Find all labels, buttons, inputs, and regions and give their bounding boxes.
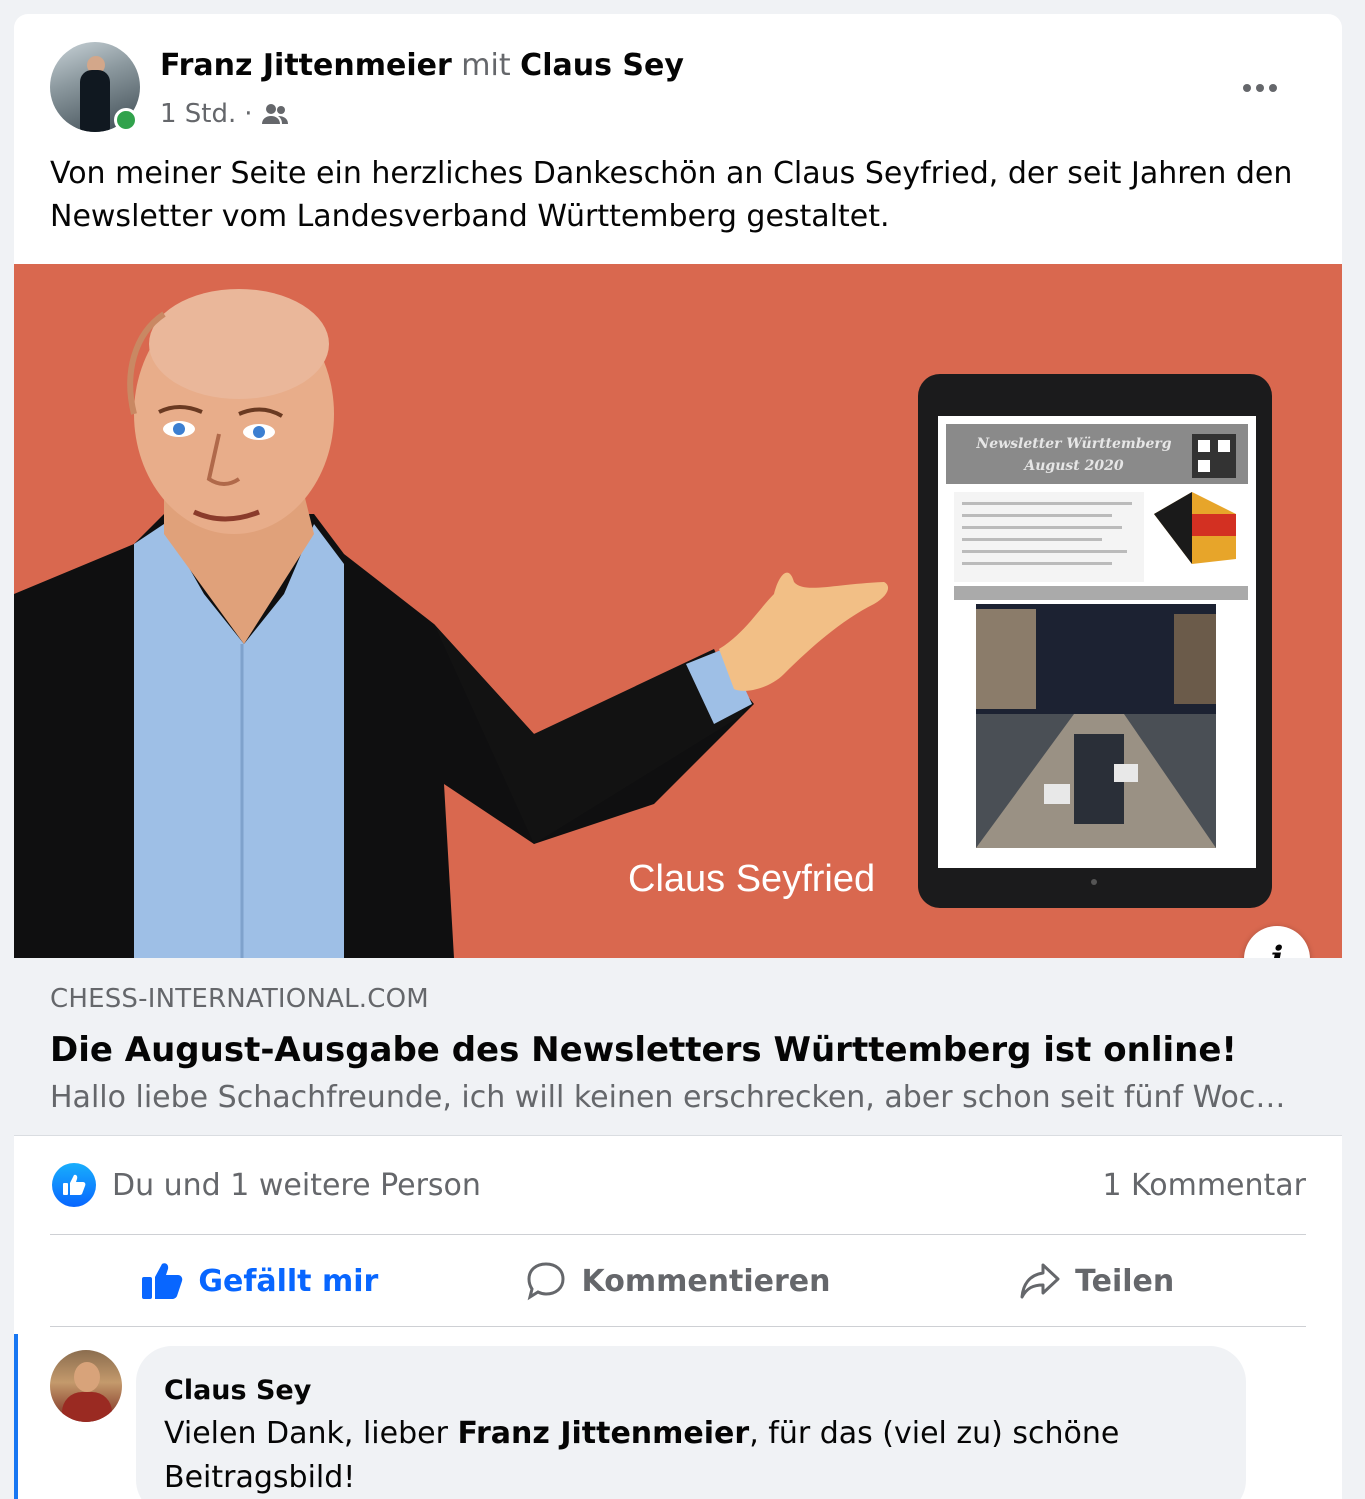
link-description: Hallo liebe Schachfreunde, ich will kein…	[50, 1080, 1290, 1115]
post-time-link[interactable]: 1 Std.	[160, 98, 236, 130]
author-line: Franz Jittenmeier mit Claus Sey	[160, 46, 684, 86]
meta-separator: ·	[244, 99, 253, 129]
tablet-title-line1: Newsletter Württemberg	[975, 436, 1171, 452]
tablet-title-line2: August 2020	[1022, 458, 1123, 474]
comment-thread-line	[14, 1334, 18, 1499]
like-button-label: Gefällt mir	[198, 1263, 379, 1299]
comment-button-label: Kommentieren	[581, 1263, 831, 1299]
image-caption: Claus Seyfried	[628, 858, 876, 900]
link-title[interactable]: Die August-Ausgabe des Newsletters Württ…	[50, 1030, 1237, 1070]
online-status-icon	[114, 108, 138, 132]
thumbs-up-icon	[142, 1263, 183, 1299]
like-button[interactable]: Gefällt mir	[50, 1236, 469, 1326]
link-preview-image[interactable]: Newsletter Württemberg August 2020 Claus…	[14, 264, 1342, 958]
link-preview-text[interactable]: CHESS-INTERNATIONAL.COM Die August-Ausga…	[14, 958, 1342, 1136]
more-options-icon[interactable]	[1230, 68, 1290, 108]
divider	[50, 1234, 1306, 1235]
comment-mention-link[interactable]: Franz Jittenmeier	[457, 1416, 749, 1451]
comment-text: Vielen Dank, lieber Franz Jittenmeier, f…	[164, 1412, 1218, 1499]
comment-bubble-icon	[527, 1262, 565, 1301]
like-reaction-icon[interactable]	[52, 1163, 96, 1207]
comment-bubble: Claus Sey Vielen Dank, lieber Franz Jitt…	[136, 1346, 1246, 1499]
illustration: Newsletter Württemberg August 2020	[14, 289, 1272, 958]
comment-author-link[interactable]: Claus Sey	[164, 1374, 1218, 1408]
reaction-summary-link[interactable]: Du und 1 weitere Person	[112, 1168, 481, 1203]
share-button[interactable]: Teilen	[887, 1236, 1306, 1326]
reactions-bar: Du und 1 weitere Person 1 Kommentar	[50, 1160, 1306, 1210]
comment-button[interactable]: Kommentieren	[469, 1236, 888, 1326]
share-arrow-icon	[1020, 1263, 1060, 1299]
post-meta: 1 Std. ·	[160, 98, 289, 130]
divider	[50, 1326, 1306, 1327]
post-text: Von meiner Seite ein herzliches Dankesch…	[50, 156, 1293, 234]
with-word: mit	[461, 48, 511, 83]
post-header: Franz Jittenmeier mit Claus Sey 1 Std. ·	[50, 40, 1320, 140]
comment-count-link[interactable]: 1 Kommentar	[1102, 1168, 1306, 1203]
action-bar: Gefällt mir Kommentieren Teilen	[50, 1236, 1306, 1326]
comment-item: Claus Sey Vielen Dank, lieber Franz Jitt…	[14, 1334, 1342, 1499]
share-button-label: Teilen	[1075, 1263, 1175, 1299]
friends-icon[interactable]	[261, 102, 289, 126]
author-name-link[interactable]: Franz Jittenmeier	[160, 48, 452, 83]
post-card: Franz Jittenmeier mit Claus Sey 1 Std. ·…	[14, 14, 1342, 1499]
comment-text-start: Vielen Dank, lieber	[164, 1416, 458, 1451]
commenter-avatar[interactable]	[50, 1350, 122, 1422]
tagged-name-link[interactable]: Claus Sey	[520, 48, 684, 83]
link-domain: CHESS-INTERNATIONAL.COM	[50, 984, 429, 1014]
